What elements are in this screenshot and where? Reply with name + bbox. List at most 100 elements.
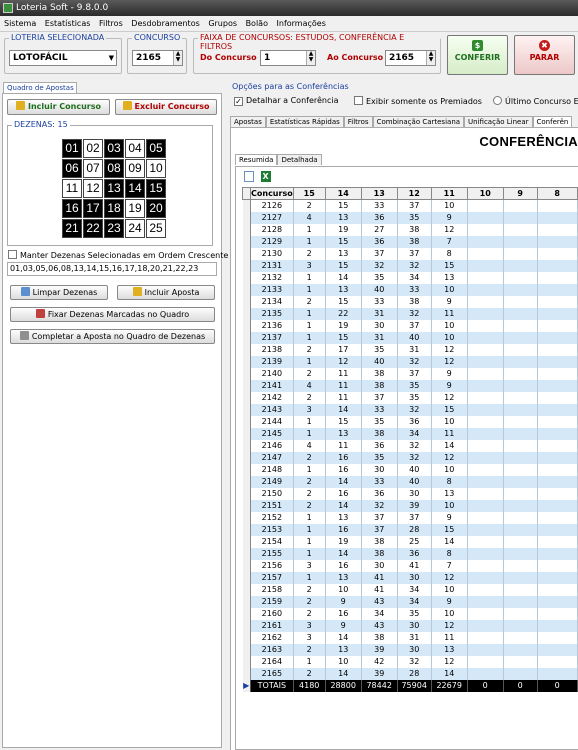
dezena-cell[interactable]: 24 (125, 219, 145, 238)
tab-filtros[interactable]: Filtros (343, 116, 373, 127)
table-row[interactable]: 2131 3 15 32 32 15 (242, 259, 578, 272)
excel-icon[interactable]: X (260, 171, 271, 182)
dezena-cell[interactable]: 12 (83, 179, 103, 198)
dezena-cell[interactable]: 18 (104, 199, 124, 218)
column-header[interactable]: 15 (292, 187, 326, 200)
column-header[interactable]: 11 (430, 187, 468, 200)
table-row[interactable]: 2128 1 19 27 38 12 (242, 223, 578, 236)
table-row[interactable]: 2136 1 19 30 37 10 (242, 319, 578, 332)
column-header[interactable]: 10 (466, 187, 504, 200)
row-indicator[interactable] (242, 439, 251, 452)
row-indicator[interactable] (242, 583, 251, 596)
table-row[interactable]: 2157 1 13 41 30 12 (242, 571, 578, 584)
row-indicator[interactable] (242, 319, 251, 332)
row-indicator[interactable] (242, 271, 251, 284)
row-indicator[interactable] (242, 631, 251, 644)
table-row[interactable]: 2159 2 9 43 34 9 (242, 595, 578, 608)
column-header[interactable]: 13 (360, 187, 398, 200)
detalhar-checkbox[interactable]: ✓ Detalhar a Conferência (234, 96, 339, 106)
row-indicator[interactable] (242, 499, 251, 512)
table-row[interactable]: 2160 2 16 34 35 10 (242, 607, 578, 620)
spinner-arrows-icon[interactable]: ▲ ▼ (173, 51, 182, 65)
exibir-premiados-checkbox[interactable]: Exibir somente os Premiados (354, 96, 482, 106)
row-indicator[interactable] (242, 331, 251, 344)
incluir-aposta-button[interactable]: Incluir Aposta (117, 285, 215, 300)
dezena-cell[interactable]: 08 (104, 159, 124, 178)
limpar-dezenas-button[interactable]: Limpar Dezenas (10, 285, 108, 300)
row-indicator[interactable] (242, 619, 251, 632)
table-row[interactable]: 2156 3 16 30 41 7 (242, 559, 578, 572)
checkbox-icon[interactable] (354, 96, 363, 105)
dezena-cell[interactable]: 20 (146, 199, 166, 218)
table-row[interactable]: 2141 4 11 38 35 9 (242, 379, 578, 392)
row-indicator[interactable] (242, 667, 251, 680)
table-row[interactable]: 2150 2 16 36 30 13 (242, 487, 578, 500)
table-row[interactable]: 2161 3 9 43 30 12 (242, 619, 578, 632)
row-indicator[interactable] (242, 211, 251, 224)
table-row[interactable]: 2152 1 13 37 37 9 (242, 511, 578, 524)
do-concurso-spinner[interactable]: 1 ▲ ▼ (260, 50, 316, 66)
dezena-cell[interactable]: 07 (83, 159, 103, 178)
row-indicator[interactable] (242, 259, 251, 272)
column-header[interactable]: 14 (324, 187, 362, 200)
row-indicator[interactable] (242, 415, 251, 428)
row-indicator[interactable] (242, 655, 251, 668)
row-indicator[interactable] (242, 535, 251, 548)
dezena-cell[interactable]: 10 (146, 159, 166, 178)
table-row[interactable]: 2129 1 15 36 38 7 (242, 235, 578, 248)
dezena-cell[interactable]: 13 (104, 179, 124, 198)
dezena-cell[interactable]: 21 (62, 219, 82, 238)
incluir-concurso-button[interactable]: Incluir Concurso (7, 99, 110, 115)
selected-dezenas-field[interactable]: 01,03,05,06,08,13,14,15,16,17,18,20,21,2… (7, 262, 217, 276)
tab-apostas[interactable]: Apostas (230, 116, 266, 127)
chevron-down-icon[interactable]: ▼ (109, 51, 114, 65)
table-row[interactable]: 2139 1 12 40 32 12 (242, 355, 578, 368)
tab-conferencia[interactable]: Conferên (532, 116, 573, 127)
row-indicator[interactable] (242, 223, 251, 236)
checkbox-checked-icon[interactable]: ✓ (234, 97, 243, 106)
table-row[interactable]: 2154 1 19 38 25 14 (242, 535, 578, 548)
column-header[interactable]: 8 (536, 187, 578, 200)
tab-combinacao-cartesiana[interactable]: Combinação Cartesiana (372, 116, 465, 127)
table-row[interactable]: 2126 2 15 33 37 10 (242, 199, 578, 212)
menu-informacoes[interactable]: Informações (277, 16, 326, 32)
conferir-button[interactable]: $ CONFERIR (447, 35, 508, 75)
concurso-spinner[interactable]: 2165 ▲ ▼ (132, 50, 183, 66)
table-row[interactable]: 2151 2 14 32 39 10 (242, 499, 578, 512)
row-indicator[interactable] (242, 547, 251, 560)
row-indicator[interactable] (242, 247, 251, 260)
table-row[interactable]: 2132 1 14 35 34 13 (242, 271, 578, 284)
dezena-cell[interactable]: 17 (83, 199, 103, 218)
row-indicator[interactable] (242, 307, 251, 320)
row-indicator[interactable] (242, 391, 251, 404)
dezena-cell[interactable]: 05 (146, 139, 166, 158)
menu-grupos[interactable]: Grupos (208, 16, 237, 32)
completar-aposta-button[interactable]: Completar a Aposta no Quadro de Dezenas (10, 329, 215, 344)
table-row[interactable]: 2147 2 16 35 32 12 (242, 451, 578, 464)
table-row[interactable]: 2142 2 11 37 35 12 (242, 391, 578, 404)
menu-sistema[interactable]: Sistema (4, 16, 36, 32)
ao-concurso-spinner[interactable]: 2165 ▲ ▼ (385, 50, 436, 66)
tab-estatisticas-rapidas[interactable]: Estatísticas Rápidas (265, 116, 344, 127)
table-row[interactable]: 2134 2 15 33 38 9 (242, 295, 578, 308)
manter-checkbox[interactable]: Manter Dezenas Selecionadas em Ordem Cre… (8, 250, 228, 260)
table-row[interactable]: 2158 2 10 41 34 10 (242, 583, 578, 596)
table-row[interactable]: 2146 4 11 36 32 14 (242, 439, 578, 452)
dezena-cell[interactable]: 09 (125, 159, 145, 178)
table-row[interactable]: 2153 1 16 37 28 15 (242, 523, 578, 536)
dezena-cell[interactable]: 06 (62, 159, 82, 178)
table-row[interactable]: 2140 2 11 38 37 9 (242, 367, 578, 380)
dezena-cell[interactable]: 02 (83, 139, 103, 158)
row-indicator[interactable] (242, 643, 251, 656)
tab-detalhada[interactable]: Detalhada (277, 154, 322, 165)
row-indicator[interactable] (242, 367, 251, 380)
menu-estatisticas[interactable]: Estatísticas (45, 16, 91, 32)
column-header[interactable]: Concurso (250, 187, 294, 200)
row-indicator[interactable] (242, 523, 251, 536)
table-row[interactable]: 2155 1 14 38 36 8 (242, 547, 578, 560)
table-row[interactable]: 2163 2 13 39 30 13 (242, 643, 578, 656)
row-indicator[interactable] (242, 595, 251, 608)
excluir-concurso-button[interactable]: Excluir Concurso (115, 99, 217, 115)
dezena-cell[interactable]: 16 (62, 199, 82, 218)
table-row[interactable]: 2162 3 14 38 31 11 (242, 631, 578, 644)
